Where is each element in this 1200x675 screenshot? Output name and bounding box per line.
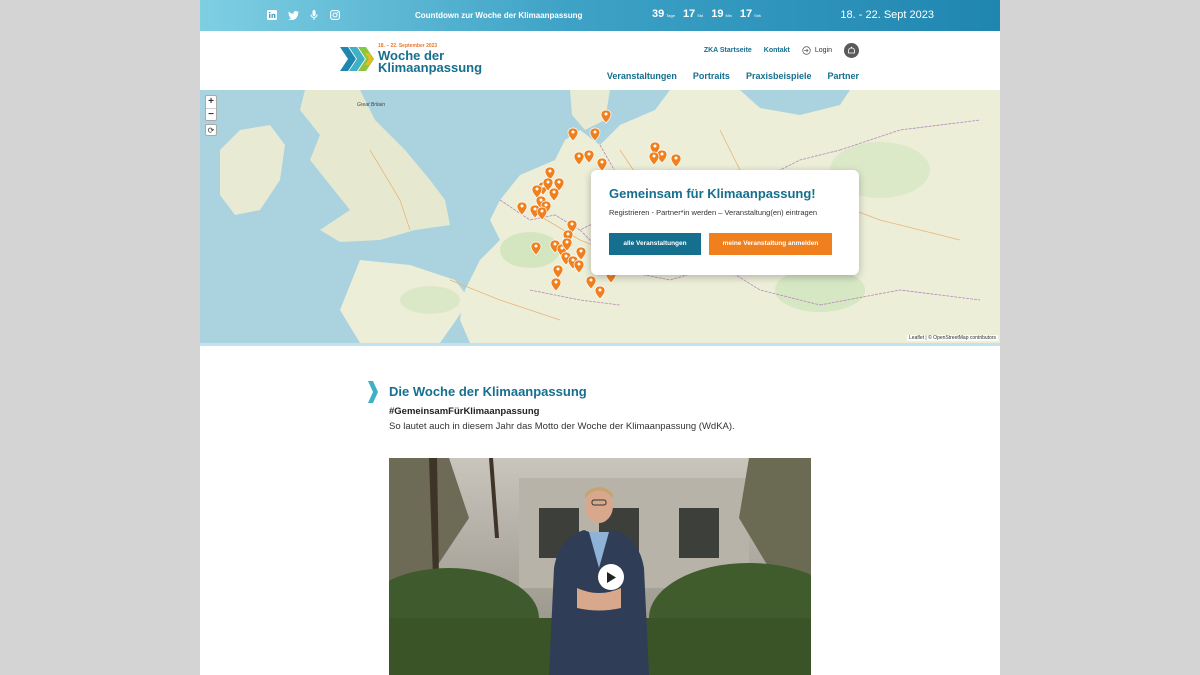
motto-text: So lautet auch in diesem Jahr das Motto … (389, 421, 735, 432)
event-marker[interactable] (552, 264, 564, 279)
zoom-in-button[interactable]: + (206, 96, 216, 108)
site-header: 18. – 22. September 2023 Woche der Klima… (200, 31, 1000, 90)
top-bar: Countdown zur Woche der Klimaanpassung 3… (200, 0, 1000, 31)
accessibility-icon[interactable] (844, 43, 859, 58)
login-link[interactable]: Login (802, 46, 832, 55)
event-marker[interactable] (589, 127, 601, 142)
play-button[interactable] (598, 564, 624, 590)
page: Countdown zur Woche der Klimaanpassung 3… (200, 0, 1000, 675)
play-icon (607, 571, 616, 583)
nav-partner[interactable]: Partner (827, 71, 859, 81)
event-marker[interactable] (594, 285, 606, 300)
cta-title: Gemeinsam für Klimaanpassung! (609, 186, 816, 201)
event-marker[interactable] (670, 153, 682, 168)
twitter-icon[interactable] (287, 9, 299, 21)
logo-title-line2: Klimaanpassung (378, 60, 483, 75)
event-marker[interactable] (573, 259, 585, 274)
nav-praxisbeispiele[interactable]: Praxisbeispiele (746, 71, 812, 81)
video-player[interactable] (389, 458, 811, 675)
utility-nav: ZKA Startseite Kontakt Login (704, 43, 859, 58)
event-marker[interactable] (536, 206, 548, 221)
reset-view-icon[interactable]: ⟳ (205, 124, 217, 136)
register-event-button[interactable]: meine Veranstaltung anmelden (709, 233, 832, 255)
zoom-out-button[interactable]: − (206, 108, 216, 120)
event-marker[interactable] (567, 127, 579, 142)
all-events-button[interactable]: alle Veranstaltungen (609, 233, 701, 255)
countdown-label: Countdown zur Woche der Klimaanpassung (415, 11, 583, 20)
section-title: Die Woche der Klimaanpassung (389, 384, 587, 399)
event-marker[interactable] (516, 201, 528, 216)
event-marker[interactable] (548, 187, 560, 202)
linkedin-icon[interactable] (266, 9, 278, 21)
map-attribution[interactable]: Leaflet | © OpenStreetMap contributors (907, 335, 998, 341)
login-label: Login (814, 47, 832, 54)
countdown-seconds: 17 Sek (739, 8, 762, 20)
event-marker[interactable] (573, 151, 585, 166)
countdown-minutes: 19 Min (711, 8, 732, 20)
countdown: 39 Tage 17 Std 19 Min 17 Sek (652, 8, 761, 20)
event-marker[interactable] (530, 241, 542, 256)
chevrons-logo-icon (340, 46, 374, 71)
event-marker[interactable] (585, 275, 597, 290)
site-logo[interactable]: 18. – 22. September 2023 Woche der Klima… (340, 43, 482, 74)
map-divider (200, 343, 1000, 346)
event-marker[interactable] (550, 277, 562, 292)
zoom-control: + − (205, 95, 217, 121)
hashtag: #GemeinsamFürKlimaanpassung (389, 406, 540, 417)
event-marker[interactable] (600, 109, 612, 124)
event-marker[interactable] (583, 149, 595, 164)
main-nav: Veranstaltungen Portraits Praxisbeispiel… (607, 71, 859, 81)
nav-portraits[interactable]: Portraits (693, 71, 730, 81)
nav-veranstaltungen[interactable]: Veranstaltungen (607, 71, 677, 81)
event-dates: 18. - 22. Sept 2023 (840, 9, 934, 21)
login-icon (802, 46, 811, 55)
instagram-icon[interactable] (329, 9, 341, 21)
video-thumbnail (389, 458, 811, 675)
chevron-right-icon (368, 381, 378, 403)
cta-subtitle: Registrieren - Partner*in werden – Veran… (609, 208, 818, 217)
cta-card: Gemeinsam für Klimaanpassung! Registrier… (591, 170, 859, 275)
countdown-days: 39 Tage (652, 8, 675, 20)
contact-link[interactable]: Kontakt (764, 47, 790, 54)
countdown-hours: 17 Std (682, 8, 704, 20)
zka-home-link[interactable]: ZKA Startseite (704, 47, 752, 54)
social-links (266, 9, 341, 21)
event-marker[interactable] (648, 151, 660, 166)
podcast-icon[interactable] (308, 9, 320, 21)
